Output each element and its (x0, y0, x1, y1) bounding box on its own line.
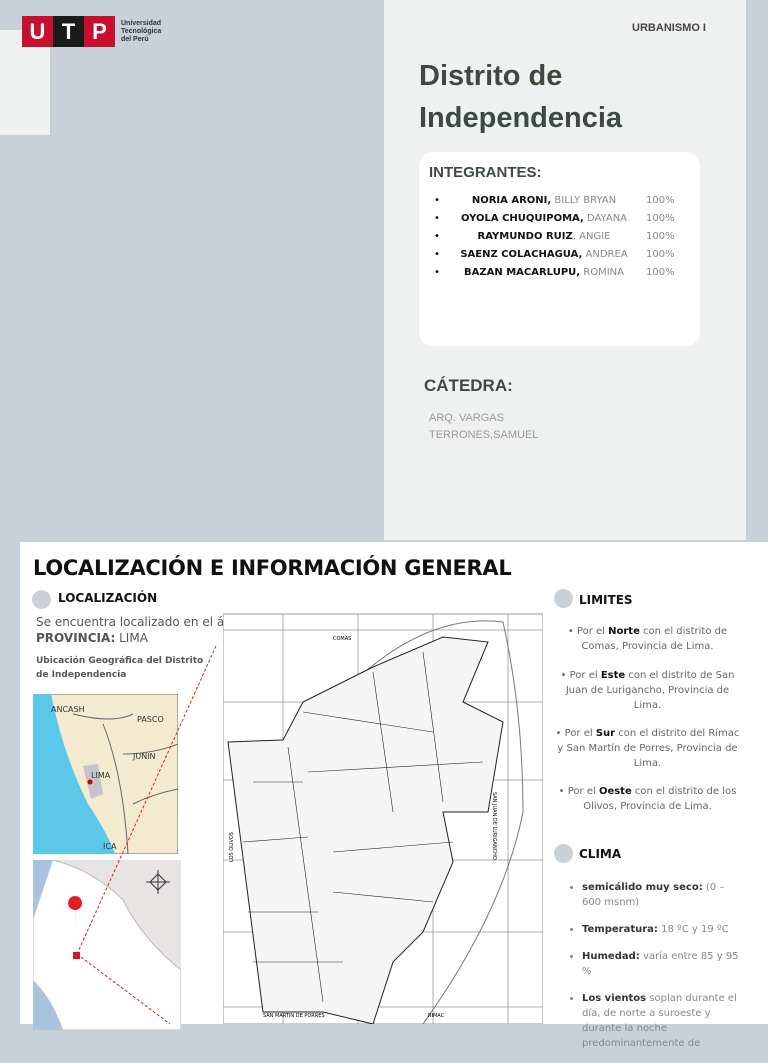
logo-text: Tecnológica (121, 27, 162, 35)
title-line: Distrito de (419, 60, 563, 92)
location-slide: LOCALIZACIÓN E INFORMACIÓN GENERAL LOCAL… (20, 542, 768, 1049)
label-lima: LIMA (91, 771, 111, 780)
limite-direction: Sur (595, 728, 616, 739)
members-card: INTEGRANTES: • NORIA ARONI, BILLY BRYAN 10… (419, 152, 700, 346)
utp-logo: U T P Universidad Tecnológica del Perú (22, 16, 161, 47)
label-olivos: LOS OLIVOS (229, 832, 235, 862)
clima-item: Los vientos soplan durante el día, de no… (582, 991, 740, 1051)
label-junin: JUNIN (132, 752, 156, 761)
member-name: ROMINA (580, 267, 624, 278)
member-percentage: 100% (646, 231, 675, 242)
member-name: BILLY BRYAN (551, 195, 617, 206)
member-percentage: 100% (646, 195, 675, 206)
professor-line: TERRONES,SAMUEL (429, 429, 539, 441)
clima-item: Humedad: varía entre 85 y 95 % (582, 949, 740, 979)
bullet-circle-icon (554, 589, 573, 608)
clima-label: Temperatura: (582, 924, 658, 935)
logo-letter: T (53, 16, 84, 47)
member-surname: OYOLA CHUQUIPOMA, (460, 213, 584, 224)
logo-text: del Perú (121, 35, 149, 43)
clima-value: 18 ºC y 19 ºC (657, 924, 729, 935)
peru-map (33, 860, 181, 1030)
slide-title: LOCALIZACIÓN E INFORMACIÓN GENERAL (33, 556, 512, 580)
provincia-value: LIMA (115, 631, 148, 645)
limite-pre: • Por el (560, 670, 601, 681)
clima-label: Los vientos (582, 993, 647, 1004)
member-percentage: 100% (646, 249, 675, 260)
limite-pre: • Por el (558, 786, 599, 797)
label-ancash: ANCASH (51, 705, 85, 714)
limite-item: • Por el Norte con el distrito de Comas,… (555, 624, 740, 654)
label-sjl: SAN JUAN DE LURIGANCHO (491, 792, 497, 860)
professor-name: ARQ. VARGAS TERRONES,SAMUEL (429, 410, 569, 444)
limite-item: • Por el Este con el distrito de San Jua… (555, 668, 740, 713)
limite-direction: Este (600, 670, 626, 681)
limites-heading: LIMITES (579, 593, 633, 607)
localizacion-heading: LOCALIZACIÓN (58, 591, 158, 605)
members-heading: INTEGRANTES: (429, 164, 542, 181)
clima-list: semicálido muy seco: (0 – 600 msnm) Tempe… (565, 880, 740, 1063)
member-surname: BAZAN MACARLUPU, (464, 267, 581, 278)
catedra-heading: CÁTEDRA: (424, 376, 513, 395)
member-surname: SAENZ COLACHAGUA, (460, 249, 583, 260)
limite-pre: • Por el (555, 728, 596, 739)
clima-item: Temperatura: 18 ºC y 19 ºC (582, 922, 740, 937)
provincia: PROVINCIA: LIMA (36, 631, 148, 645)
label-smp: SAN MARTIN DE PORRES (263, 1013, 325, 1019)
bullet-circle-icon (554, 844, 573, 863)
logo-letter: P (84, 16, 115, 47)
label-comas: COMAS (333, 636, 351, 642)
member-percentage: 100% (646, 267, 675, 278)
clima-item: semicálido muy seco: (0 – 600 msnm) (582, 880, 740, 910)
member-name: ANDREA (582, 249, 628, 260)
district-map: COMAS SAN MARTIN DE PORRES RIMAC SAN JUA… (223, 613, 543, 1024)
limite-pre: • Por el (567, 626, 609, 637)
title-line: Independencia (419, 102, 623, 134)
label-pasco: PASCO (137, 715, 164, 724)
member-surname: RAYMUNDO RUIZ (477, 231, 573, 242)
region-map: ANCASH PASCO JUNIN LIMA ICA (33, 694, 178, 854)
limite-item: • Por el Oeste con el distrito de los Ol… (555, 784, 740, 814)
clima-heading: CLIMA (579, 847, 622, 861)
member-name: DAYANA (583, 213, 628, 224)
logo-text: Universidad (121, 19, 162, 27)
bullet-circle-icon (32, 590, 51, 609)
label-rimac: RIMAC (428, 1013, 445, 1019)
logo-letter: U (22, 16, 53, 47)
label-ica: ICA (103, 842, 117, 851)
member-surname: NORIA ARONI, (471, 195, 552, 206)
limite-direction: Oeste (598, 786, 632, 797)
clima-label: semicálido muy seco: (582, 882, 703, 893)
cover-panel: URBANISMO I Distrito de Independencia IN… (384, 0, 746, 540)
limite-item: • Por el Sur con el distrito del Rímac y… (555, 726, 740, 771)
member-name: , ANGIE (572, 231, 611, 242)
page-title: Distrito de Independencia (419, 55, 622, 139)
clima-label: Humedad: (582, 951, 640, 962)
provincia-label: PROVINCIA: (36, 631, 116, 645)
member-percentage: 100% (646, 213, 675, 224)
course-name: URBANISMO I (632, 22, 706, 34)
professor-line: ARQ. VARGAS (429, 412, 504, 424)
limite-direction: Norte (608, 626, 640, 637)
map-caption: Ubicación Geográfica del Distrito de Ind… (36, 656, 204, 680)
